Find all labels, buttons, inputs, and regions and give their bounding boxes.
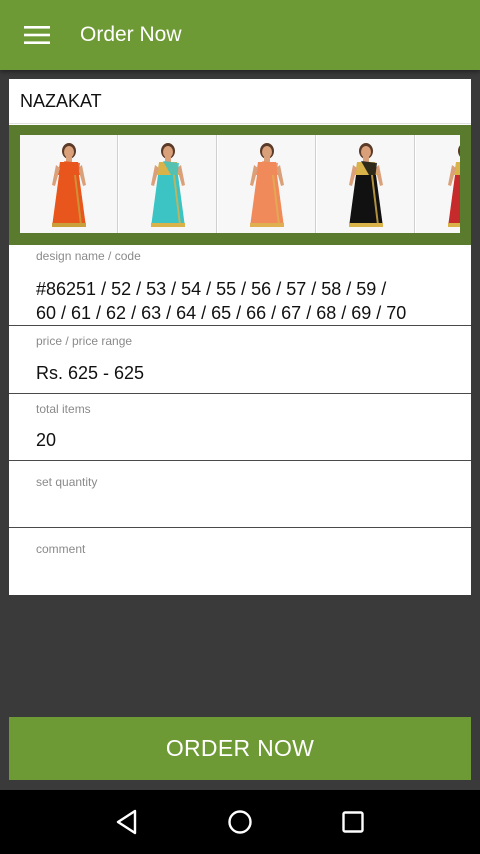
total-items-label: total items <box>36 402 91 416</box>
product-card: NAZAKAT design name / code #86251 / 52 /… <box>9 79 471 595</box>
saree-model-image <box>349 143 383 227</box>
menu-button[interactable] <box>0 0 74 70</box>
app-bar: Order Now <box>0 0 480 70</box>
saree-model-image <box>448 145 460 227</box>
back-triangle-icon <box>116 809 136 835</box>
price-value: Rs. 625 - 625 <box>36 363 145 383</box>
recents-button[interactable] <box>333 802 373 842</box>
saree-model-image <box>250 143 284 227</box>
price-field: price / price range Rs. 625 - 625 <box>9 326 471 394</box>
design-code-line-1: #86251 / 52 / 53 / 54 / 55 / 56 / 57 / 5… <box>36 279 387 299</box>
price-label: price / price range <box>36 334 133 348</box>
comment-label: comment <box>36 542 86 556</box>
set-quantity-input[interactable]: set quantity <box>9 461 471 528</box>
comment-input[interactable]: comment <box>9 528 471 595</box>
design-code-field: design name / code #86251 / 52 / 53 / 54… <box>9 245 471 326</box>
saree-thumbnail[interactable] <box>20 135 118 233</box>
home-button[interactable] <box>220 802 260 842</box>
back-button[interactable] <box>107 802 147 842</box>
saree-thumbnail[interactable] <box>416 135 460 233</box>
hamburger-menu-icon <box>24 26 50 44</box>
saree-thumbnail[interactable] <box>119 135 217 233</box>
order-now-button[interactable]: ORDER NOW <box>9 717 471 780</box>
design-code-label: design name / code <box>36 249 141 263</box>
gallery-strip[interactable] <box>20 135 460 233</box>
recents-square-icon <box>342 811 365 833</box>
saree-thumbnail[interactable] <box>317 135 415 233</box>
set-quantity-label: set quantity <box>36 475 98 489</box>
image-gallery[interactable] <box>9 125 471 245</box>
system-navigation-bar <box>0 790 480 854</box>
saree-thumbnail[interactable] <box>218 135 316 233</box>
total-items-field: total items 20 <box>9 394 471 461</box>
page-title: Order Now <box>80 23 182 46</box>
total-items-value: 20 <box>36 430 57 450</box>
product-name: NAZAKAT <box>9 79 471 124</box>
home-circle-icon <box>228 810 252 834</box>
saree-model-image <box>151 143 185 227</box>
design-code-line-2: 60 / 61 / 62 / 63 / 64 / 65 / 66 / 67 / … <box>36 303 407 323</box>
saree-model-image <box>52 143 86 227</box>
